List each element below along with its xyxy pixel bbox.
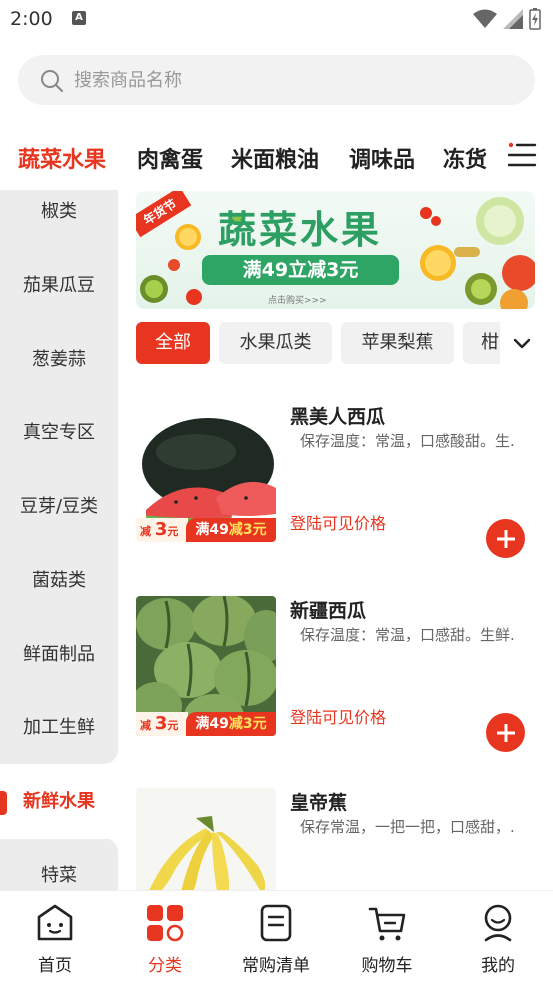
- status-icons: [473, 8, 541, 30]
- product-name[interactable]: 皇帝蕉: [290, 788, 347, 815]
- notification-icon: A: [72, 11, 86, 25]
- search-bar[interactable]: [18, 55, 535, 105]
- product-card[interactable]: 减 3元 满49减3元 黑美人西瓜 保存温度：常温，口感酸甜。生. 登陆可见价格: [136, 402, 536, 572]
- nav-label: 常购清单: [242, 956, 310, 976]
- promo-badge: 减 3元 满49减3元: [136, 712, 276, 736]
- sidebar-item-label: 豆芽/豆类: [19, 496, 99, 517]
- category-tab-meat-eggs[interactable]: 肉禽蛋: [137, 142, 203, 174]
- add-to-cart-button[interactable]: [486, 519, 525, 558]
- sidebar-item-fresh-noodles[interactable]: 鲜面制品: [0, 618, 118, 692]
- nav-category[interactable]: 分类: [110, 891, 220, 984]
- chip-apple-pear-banana[interactable]: 苹果梨蕉: [341, 322, 454, 364]
- promo-number: 3: [154, 519, 168, 540]
- banana-image: [136, 788, 276, 890]
- search-input[interactable]: [74, 55, 514, 105]
- list-icon: [260, 904, 292, 942]
- chip-melons[interactable]: 水果瓜类: [219, 322, 332, 364]
- sidebar-item-label: 特菜: [41, 865, 77, 886]
- product-image[interactable]: [136, 788, 276, 890]
- add-to-cart-button[interactable]: [486, 713, 525, 752]
- promo-prefix: 减: [140, 525, 151, 538]
- product-price-login[interactable]: 登陆可见价格: [290, 704, 386, 728]
- profile-icon: [484, 904, 512, 942]
- category-grid-icon: [147, 905, 184, 942]
- category-tab-vegetables-fruits[interactable]: 蔬菜水果: [18, 142, 106, 174]
- chip-all[interactable]: 全部: [136, 322, 210, 364]
- sidebar-item-peppers[interactable]: 椒类: [0, 175, 118, 249]
- status-time: 2:00: [10, 8, 53, 30]
- signal-icon: [503, 9, 523, 29]
- sidebar-item-sprouts-beans[interactable]: 豆芽/豆类: [0, 470, 118, 544]
- promo-discount: 减 3元: [136, 712, 188, 736]
- nav-label: 购物车: [361, 956, 413, 976]
- sidebar-item-label: 葱姜蒜: [32, 349, 86, 370]
- active-indicator: [0, 791, 7, 815]
- product-image[interactable]: 减 3元 满49减3元: [136, 596, 276, 736]
- nav-cart[interactable]: 购物车: [332, 891, 442, 984]
- sidebar-item-processed-fresh[interactable]: 加工生鲜: [0, 691, 118, 765]
- status-bar: 2:00 A: [0, 0, 553, 40]
- sidebar-item-label: 鲜面制品: [23, 644, 95, 665]
- sidebar-item-fresh-fruit[interactable]: 新鲜水果: [0, 765, 118, 839]
- home-face-icon: [37, 904, 73, 941]
- nav-home[interactable]: 首页: [0, 891, 110, 984]
- product-name[interactable]: 新疆西瓜: [290, 596, 366, 623]
- category-menu-icon[interactable]: [507, 140, 537, 170]
- nav-frequent-list[interactable]: 常购清单: [221, 891, 331, 984]
- promo-threshold-b: 减3元: [228, 522, 267, 538]
- promo-threshold: 满49减3元: [186, 712, 276, 736]
- banner-subtitle: 满49立减3元: [202, 255, 399, 285]
- wifi-icon: [473, 9, 497, 28]
- cart-icon: [368, 907, 406, 941]
- chip-citrus[interactable]: 柑: [463, 322, 500, 364]
- sidebar-item-label: 新鲜水果: [23, 791, 95, 812]
- nav-label: 我的: [481, 956, 515, 976]
- category-tab-frozen[interactable]: 冻货: [443, 142, 487, 174]
- category-tab-grain-oil[interactable]: 米面粮油: [231, 142, 319, 174]
- sidebar-item-label: 茄果瓜豆: [23, 275, 95, 296]
- banner-title: 蔬菜水果: [218, 208, 383, 252]
- product-card[interactable]: 皇帝蕉 保存常温，一把一把，口感甜，.: [136, 788, 536, 890]
- product-description: 保存温度：常温，口感酸甜。生.: [300, 432, 515, 450]
- product-name[interactable]: 黑美人西瓜: [290, 402, 385, 429]
- search-icon: [41, 70, 63, 92]
- bottom-navigation: 首页 分类 常购清单 购物车 我的: [0, 890, 553, 984]
- sidebar-item-mushrooms[interactable]: 菌菇类: [0, 544, 118, 618]
- product-description: 保存常温，一把一把，口感甜，.: [300, 818, 515, 836]
- sidebar-item-label: 真空专区: [23, 422, 95, 443]
- product-image[interactable]: 减 3元 满49减3元: [136, 402, 276, 542]
- nav-profile[interactable]: 我的: [443, 891, 553, 984]
- promo-unit: 元: [167, 719, 179, 732]
- subcategory-chips: 全部 水果瓜类 苹果梨蕉 柑: [136, 322, 500, 366]
- product-description: 保存温度：常温，口感甜。生鲜.: [300, 626, 515, 644]
- promo-threshold-a: 满49: [195, 716, 229, 732]
- sidebar-item-label: 加工生鲜: [23, 717, 95, 738]
- sidebar-item-eggplant-melon-bean[interactable]: 茄果瓜豆: [0, 249, 118, 323]
- promo-discount: 减 3元: [136, 518, 188, 542]
- promo-unit: 元: [167, 525, 179, 538]
- sidebar-item-onion-ginger-garlic[interactable]: 葱姜蒜: [0, 323, 118, 397]
- product-card[interactable]: 减 3元 满49减3元 新疆西瓜 保存温度：常温，口感甜。生鲜. 登陆可见价格: [136, 596, 536, 766]
- promo-threshold-b: 减3元: [228, 716, 267, 732]
- category-tab-seasoning[interactable]: 调味品: [349, 142, 415, 174]
- product-price-login[interactable]: 登陆可见价格: [290, 510, 386, 534]
- banner-footnote: 点击购买>>>: [268, 296, 327, 306]
- promo-banner[interactable]: 年货节 蔬菜水果 满49立减3元 点击购买>>>: [136, 191, 535, 309]
- promo-number: 3: [154, 713, 168, 734]
- promo-badge: 减 3元 满49减3元: [136, 518, 276, 542]
- sidebar-item-label: 椒类: [41, 201, 77, 222]
- battery-icon: [529, 8, 541, 30]
- sidebar-item-vacuum[interactable]: 真空专区: [0, 396, 118, 470]
- sidebar: 椒类 茄果瓜豆 葱姜蒜 真空专区 豆芽/豆类 菌菇类 鲜面制品 加工生鲜 新鲜水…: [0, 190, 118, 890]
- promo-threshold-a: 满49: [195, 522, 229, 538]
- nav-label: 分类: [148, 956, 182, 976]
- promo-prefix: 减: [140, 719, 151, 732]
- promo-threshold: 满49减3元: [186, 518, 276, 542]
- nav-label: 首页: [38, 956, 72, 976]
- chevron-down-icon[interactable]: [508, 330, 536, 358]
- sidebar-item-label: 菌菇类: [32, 570, 86, 591]
